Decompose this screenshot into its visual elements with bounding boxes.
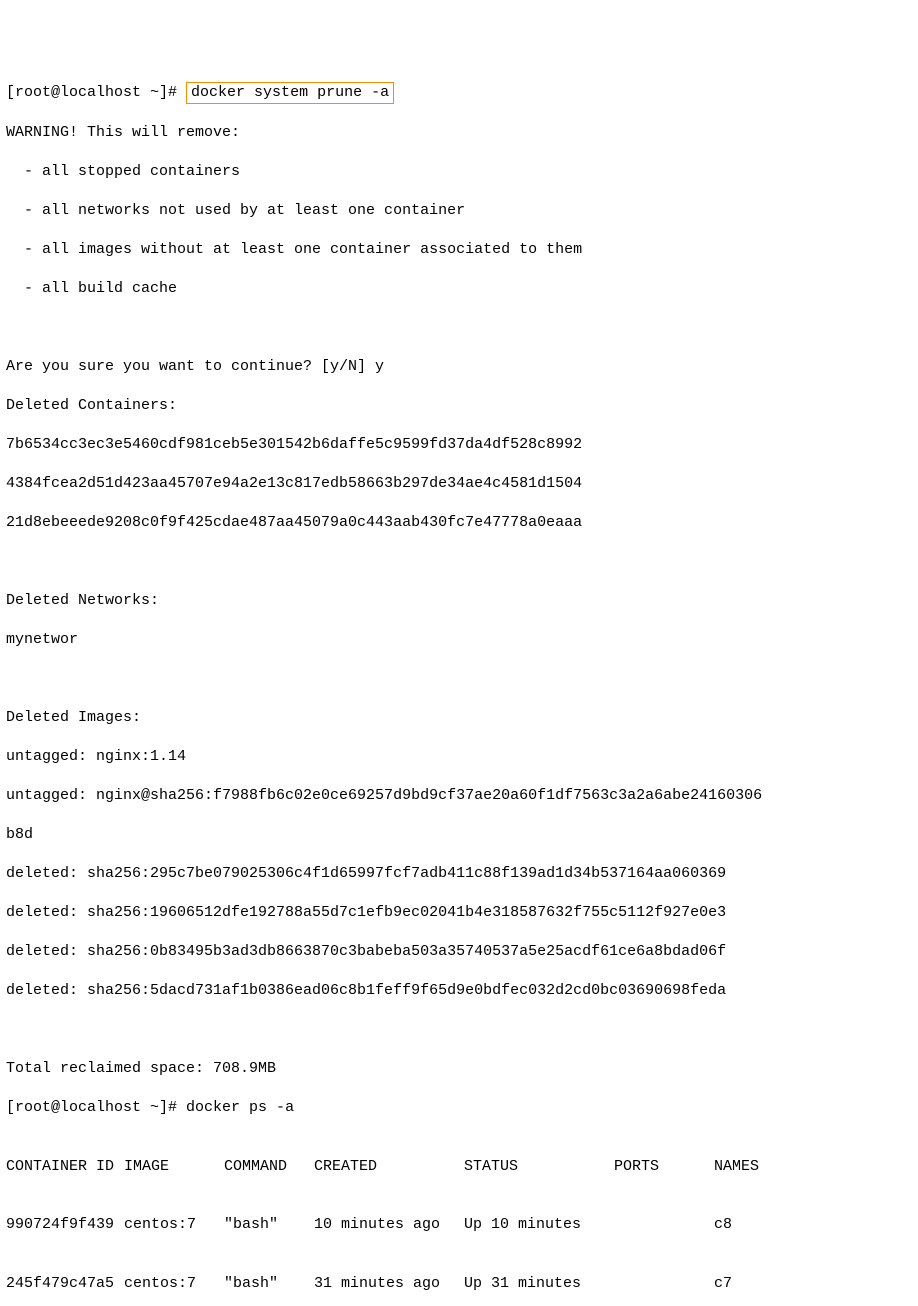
blank-line [6, 669, 912, 689]
table-row: 990724f9f439centos:7"bash"10 minutes ago… [6, 1215, 912, 1235]
cell-command: "bash" [224, 1215, 314, 1235]
header-names: NAMES [714, 1157, 794, 1177]
cell-ports [614, 1274, 714, 1294]
prompt-line-1[interactable]: [root@localhost ~]# docker system prune … [6, 82, 912, 104]
cell-image: centos:7 [124, 1274, 224, 1294]
header-container-id: CONTAINER ID [6, 1157, 124, 1177]
shell-prompt: [root@localhost ~]# [6, 1099, 177, 1116]
image-line: untagged: nginx@sha256:f7988fb6c02e0ce69… [6, 786, 912, 806]
warning-header: WARNING! This will remove: [6, 123, 912, 143]
ps-header-row: CONTAINER IDIMAGECOMMANDCREATEDSTATUSPOR… [6, 1157, 912, 1177]
container-id: 21d8ebeeede9208c0f9f425cdae487aa45079a0c… [6, 513, 912, 533]
deleted-containers-header: Deleted Containers: [6, 396, 912, 416]
warning-item: - all stopped containers [6, 162, 912, 182]
confirm-prompt: Are you sure you want to continue? [y/N]… [6, 357, 912, 377]
cell-created: 10 minutes ago [314, 1215, 464, 1235]
deleted-networks-header: Deleted Networks: [6, 591, 912, 611]
image-line: b8d [6, 825, 912, 845]
deleted-images-header: Deleted Images: [6, 708, 912, 728]
blank-line [6, 552, 912, 572]
blank-line [6, 318, 912, 338]
image-line: deleted: sha256:0b83495b3ad3db8663870c3b… [6, 942, 912, 962]
header-status: STATUS [464, 1157, 614, 1177]
container-id: 7b6534cc3ec3e5460cdf981ceb5e301542b6daff… [6, 435, 912, 455]
header-image: IMAGE [124, 1157, 224, 1177]
cell-created: 31 minutes ago [314, 1274, 464, 1294]
cell-status: Up 10 minutes [464, 1215, 614, 1235]
cell-command: "bash" [224, 1274, 314, 1294]
cell-status: Up 31 minutes [464, 1274, 614, 1294]
image-line: deleted: sha256:19606512dfe192788a55d7c1… [6, 903, 912, 923]
cell-container-id: 245f479c47a5 [6, 1274, 124, 1294]
command-text: docker ps -a [186, 1099, 294, 1116]
reclaimed-space: Total reclaimed space: 708.9MB [6, 1059, 912, 1079]
header-ports: PORTS [614, 1157, 714, 1177]
warning-item: - all build cache [6, 279, 912, 299]
shell-prompt: [root@localhost ~]# [6, 84, 177, 101]
warning-item: - all networks not used by at least one … [6, 201, 912, 221]
highlighted-command: docker system prune -a [186, 82, 394, 104]
warning-item: - all images without at least one contai… [6, 240, 912, 260]
image-line: deleted: sha256:5dacd731af1b0386ead06c8b… [6, 981, 912, 1001]
image-line: deleted: sha256:295c7be079025306c4f1d659… [6, 864, 912, 884]
table-row: 245f479c47a5centos:7"bash"31 minutes ago… [6, 1274, 912, 1294]
header-command: COMMAND [224, 1157, 314, 1177]
header-created: CREATED [314, 1157, 464, 1177]
prompt-line-2[interactable]: [root@localhost ~]# docker ps -a [6, 1098, 912, 1118]
container-id: 4384fcea2d51d423aa45707e94a2e13c817edb58… [6, 474, 912, 494]
cell-image: centos:7 [124, 1215, 224, 1235]
cell-ports [614, 1215, 714, 1235]
network-name: mynetwor [6, 630, 912, 650]
cell-names: c8 [714, 1215, 794, 1235]
cell-container-id: 990724f9f439 [6, 1215, 124, 1235]
cell-names: c7 [714, 1274, 794, 1294]
image-line: untagged: nginx:1.14 [6, 747, 912, 767]
blank-line [6, 1020, 912, 1040]
